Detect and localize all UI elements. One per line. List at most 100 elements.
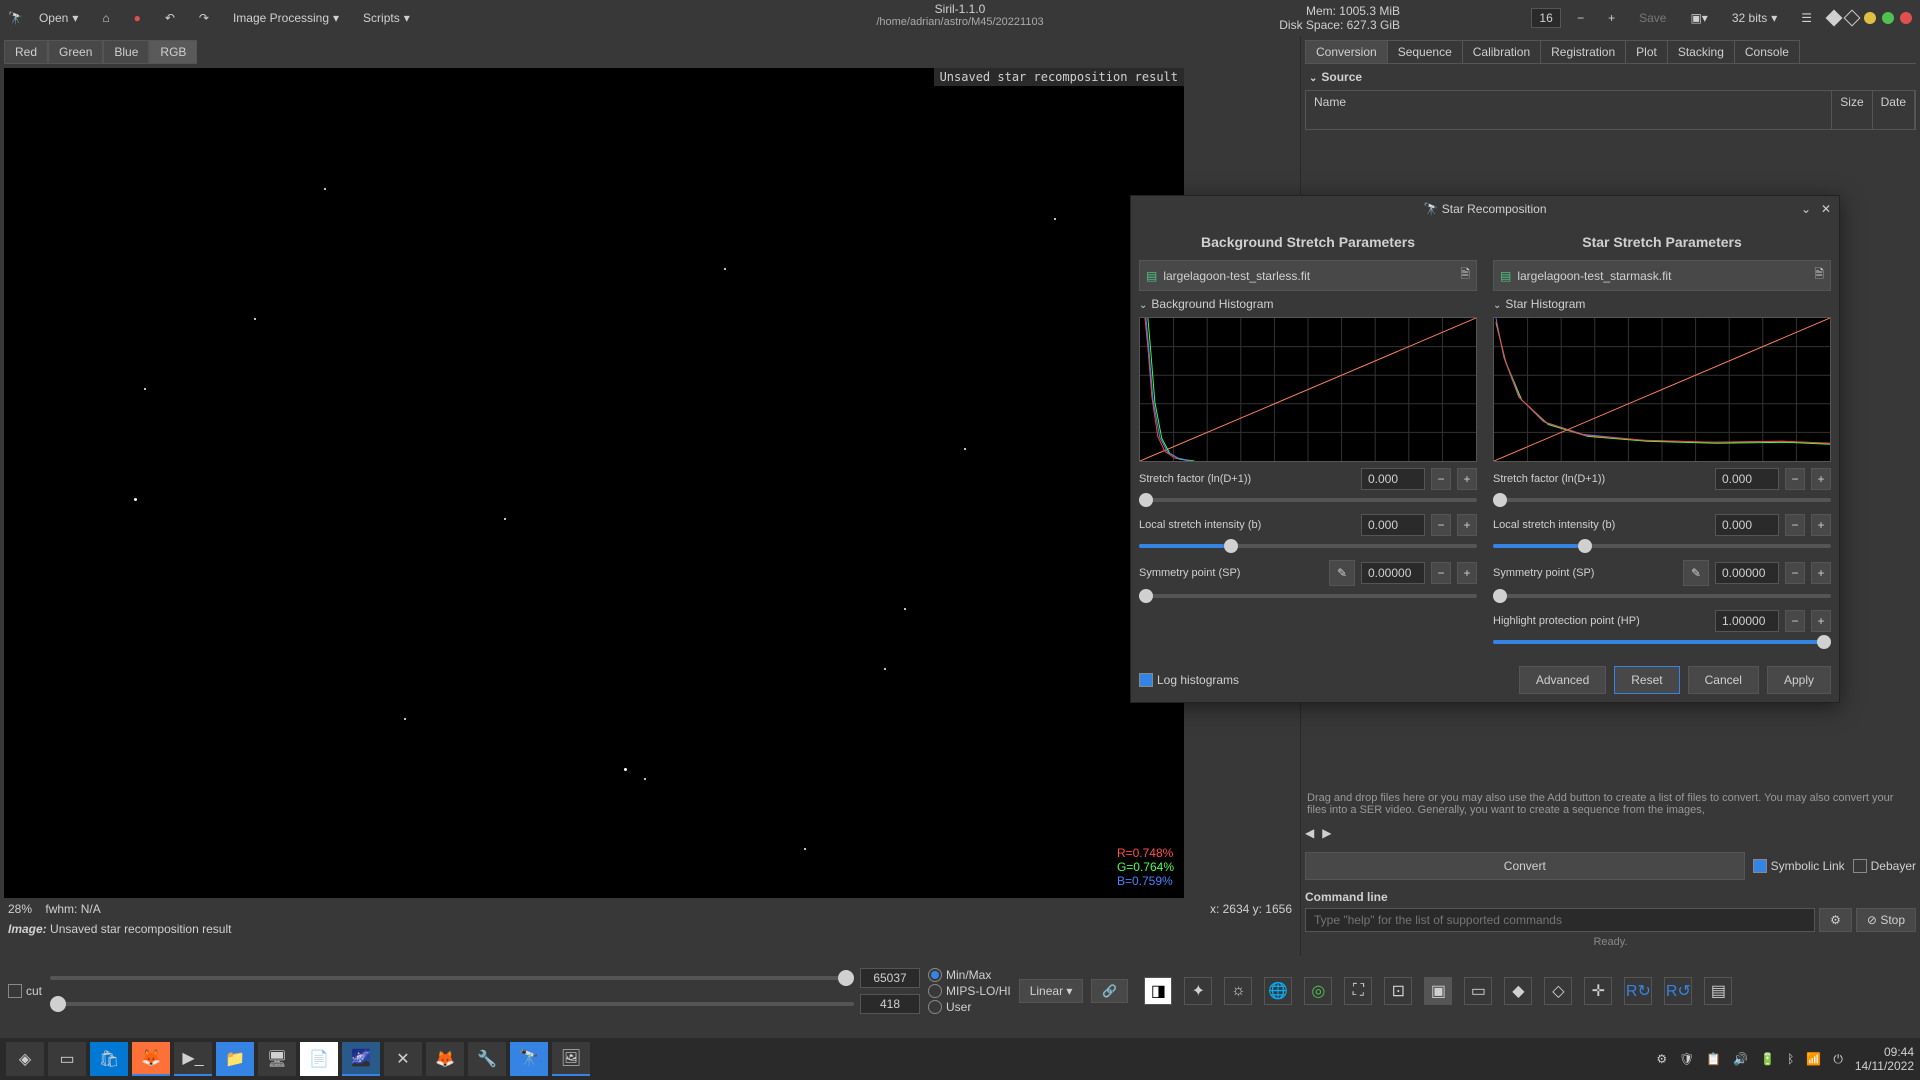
- redo-button[interactable]: ↷: [191, 7, 217, 29]
- firefox-icon[interactable]: 🦊: [132, 1042, 170, 1076]
- scripts-menu[interactable]: Scripts ▾: [355, 7, 418, 29]
- invert-icon[interactable]: ◨: [1144, 977, 1172, 1005]
- star-stretch-plus[interactable]: +: [1811, 468, 1831, 490]
- prev-button[interactable]: ◀: [1305, 826, 1314, 840]
- zoom-fit-icon[interactable]: ⊡: [1384, 977, 1412, 1005]
- star-file-chooser[interactable]: ▤ largelagoon-test_starmask.fit 🗎: [1493, 260, 1831, 291]
- tab-registration[interactable]: Registration: [1540, 40, 1626, 63]
- bg-intensity-plus[interactable]: +: [1457, 514, 1477, 536]
- browse-icon[interactable]: 🗎: [1460, 265, 1470, 286]
- store-icon[interactable]: 🛍: [90, 1042, 128, 1076]
- source-header[interactable]: Source: [1305, 64, 1916, 90]
- tray-clipboard-icon[interactable]: 📋: [1706, 1052, 1721, 1066]
- tool-icon[interactable]: 🔧: [468, 1042, 506, 1076]
- channel-rgb[interactable]: RGB: [149, 40, 197, 64]
- bg-symmetry-plus[interactable]: +: [1457, 562, 1477, 584]
- tab-stacking[interactable]: Stacking: [1667, 40, 1735, 63]
- symbolic-link-checkbox[interactable]: Symbolic Link: [1753, 859, 1845, 874]
- star-symmetry-plus[interactable]: +: [1811, 562, 1831, 584]
- tray-notify-icon[interactable]: ⚙: [1656, 1052, 1667, 1066]
- bg-intensity-slider[interactable]: [1139, 544, 1477, 548]
- tab-conversion[interactable]: Conversion: [1305, 40, 1388, 63]
- dialog-minimize-icon[interactable]: ⌄: [1801, 202, 1811, 216]
- cosmic-icon[interactable]: ☼: [1224, 977, 1252, 1005]
- plus-button[interactable]: +: [1600, 7, 1623, 29]
- bg-stretch-input[interactable]: [1361, 468, 1425, 490]
- tray-power-icon[interactable]: ⏻: [1833, 1052, 1843, 1067]
- next-button[interactable]: ▶: [1322, 826, 1331, 840]
- star-highlight-slider[interactable]: [1493, 640, 1831, 644]
- window-maximize[interactable]: [1882, 12, 1894, 24]
- notes-icon[interactable]: 📄: [300, 1042, 338, 1076]
- xapp-icon[interactable]: ✕: [384, 1042, 422, 1076]
- minimize-icon[interactable]: [1826, 10, 1843, 27]
- chain-button[interactable]: 🔗: [1091, 979, 1128, 1003]
- hamburger-menu[interactable]: ☰: [1793, 7, 1820, 29]
- bg-picker-icon[interactable]: ✎: [1329, 560, 1355, 586]
- cpu-threads-input[interactable]: [1531, 8, 1561, 28]
- target-icon[interactable]: ◎: [1304, 977, 1332, 1005]
- monitor-icon[interactable]: 🖥: [258, 1042, 296, 1076]
- minus-button[interactable]: −: [1569, 7, 1592, 29]
- bg-stretch-plus[interactable]: +: [1457, 468, 1477, 490]
- tab-calibration[interactable]: Calibration: [1462, 40, 1541, 63]
- zoom-1to1-icon[interactable]: ▣: [1424, 977, 1452, 1005]
- tray-update-icon[interactable]: 🛡: [1679, 1052, 1694, 1066]
- image-processing-menu[interactable]: Image Processing ▾: [225, 7, 347, 29]
- cut-checkbox[interactable]: cut: [8, 984, 42, 999]
- layers-icon[interactable]: ▤: [1704, 977, 1732, 1005]
- image-viewer-icon[interactable]: 🖼: [552, 1042, 590, 1076]
- star-symmetry-minus[interactable]: −: [1785, 562, 1805, 584]
- cancel-button[interactable]: Cancel: [1688, 666, 1759, 694]
- save-button[interactable]: Save: [1631, 7, 1674, 29]
- rotate-r-icon[interactable]: R↻: [1624, 977, 1652, 1005]
- bg-symmetry-minus[interactable]: −: [1431, 562, 1451, 584]
- channel-green[interactable]: Green: [48, 40, 103, 64]
- open-button[interactable]: Open ▾: [31, 7, 86, 29]
- star-highlight-input[interactable]: [1715, 610, 1779, 632]
- reset-button[interactable]: Reset: [1614, 666, 1679, 694]
- files-icon[interactable]: 📁: [216, 1042, 254, 1076]
- bg-intensity-minus[interactable]: −: [1431, 514, 1451, 536]
- star-intensity-plus[interactable]: +: [1811, 514, 1831, 536]
- source-table[interactable]: Name Size Date: [1305, 90, 1916, 130]
- tray-bluetooth-icon[interactable]: ᛒ: [1787, 1052, 1794, 1066]
- bg-intensity-input[interactable]: [1361, 514, 1425, 536]
- siril-icon[interactable]: 🔭: [510, 1042, 548, 1076]
- tab-console[interactable]: Console: [1734, 40, 1800, 63]
- star-hist-toggle[interactable]: Star Histogram: [1493, 297, 1831, 311]
- bg-stretch-minus[interactable]: −: [1431, 468, 1451, 490]
- browse-icon[interactable]: 🗎: [1814, 265, 1824, 286]
- mode-mips[interactable]: MIPS-LO/HI: [928, 984, 1011, 998]
- star-stretch-slider[interactable]: [1493, 498, 1831, 502]
- high-slider[interactable]: [50, 976, 854, 980]
- snapshot-button[interactable]: ▣▾: [1682, 7, 1715, 29]
- star-intensity-slider[interactable]: [1493, 544, 1831, 548]
- star-symmetry-slider[interactable]: [1493, 594, 1831, 598]
- tray-battery-icon[interactable]: 🔋: [1760, 1052, 1775, 1066]
- tray-volume-icon[interactable]: 🔊: [1733, 1052, 1748, 1066]
- crop-icon[interactable]: ▭: [1464, 977, 1492, 1005]
- star-stretch-minus[interactable]: −: [1785, 468, 1805, 490]
- bg-hist-toggle[interactable]: Background Histogram: [1139, 297, 1477, 311]
- tab-plot[interactable]: Plot: [1625, 40, 1668, 63]
- globe-icon[interactable]: 🌐: [1264, 977, 1292, 1005]
- command-input[interactable]: [1305, 908, 1815, 932]
- terminal-icon[interactable]: ▶_: [174, 1042, 212, 1076]
- command-settings-button[interactable]: ⚙: [1819, 908, 1852, 932]
- dialog-close-icon[interactable]: ✕: [1821, 202, 1831, 216]
- dialog-titlebar[interactable]: 🔭 Star Recomposition ⌄ ✕: [1131, 196, 1839, 222]
- home-button[interactable]: ⌂: [94, 7, 117, 29]
- mirror-v-icon[interactable]: ◇: [1544, 977, 1572, 1005]
- maximize-icon[interactable]: [1844, 10, 1861, 27]
- taskbar-clock[interactable]: 09:44 14/11/2022: [1855, 1045, 1914, 1073]
- rotate-l-icon[interactable]: R↺: [1664, 977, 1692, 1005]
- debayer-checkbox[interactable]: Debayer: [1853, 859, 1916, 874]
- fit-icon[interactable]: ⛶: [1344, 977, 1372, 1005]
- low-slider[interactable]: [50, 1002, 854, 1006]
- stellarium-icon[interactable]: 🌌: [342, 1042, 380, 1076]
- log-histograms-checkbox[interactable]: Log histograms: [1139, 673, 1239, 688]
- image-view[interactable]: Unsaved star recomposition result R=0.74…: [4, 68, 1184, 898]
- command-stop-button[interactable]: ⊘ Stop: [1856, 908, 1916, 932]
- channel-blue[interactable]: Blue: [103, 40, 149, 64]
